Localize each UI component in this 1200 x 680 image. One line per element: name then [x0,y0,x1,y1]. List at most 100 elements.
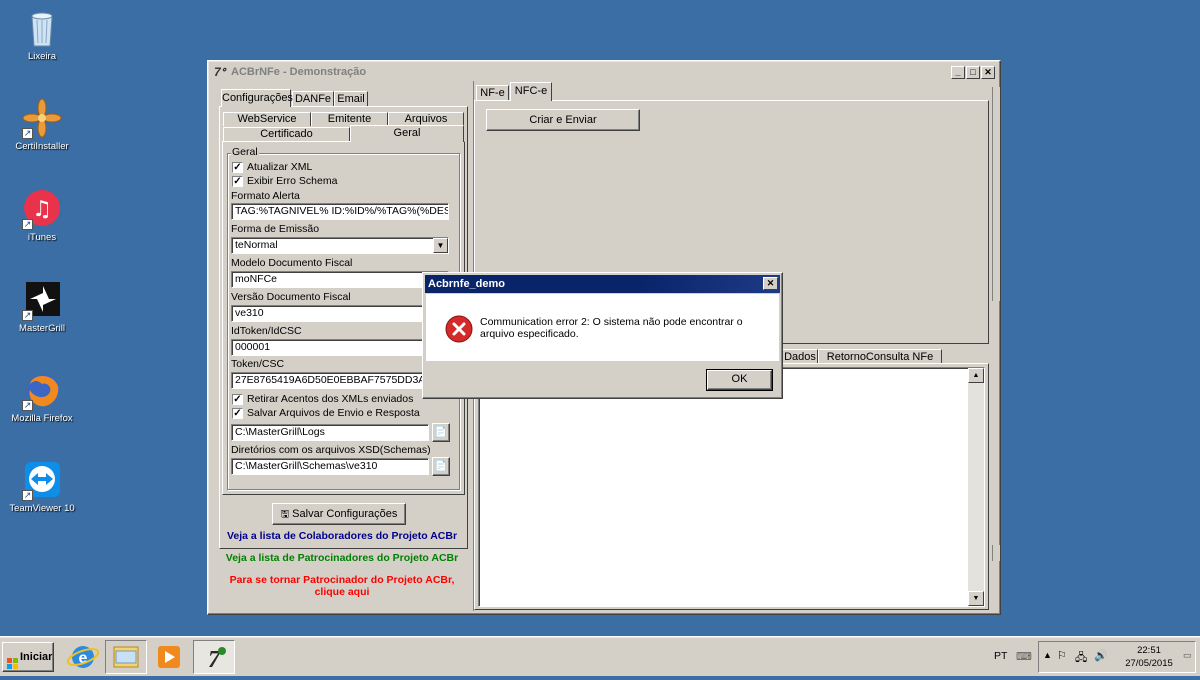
tab-arquivos[interactable]: Arquivos [388,112,464,126]
formato-alerta-label: Formato Alerta [231,190,300,202]
link-tornar-patrocinador[interactable]: Para se tornar Patrocinador do Projeto A… [228,574,456,598]
itunes-icon: ♫ ↗ [22,189,62,230]
teamviewer-icon: ↗ [22,460,62,501]
desktop-icon-mastergrill[interactable]: ↗ MasterGrill [0,280,84,334]
close-button[interactable]: ✕ [981,66,995,79]
shortcut-arrow-icon: ↗ [22,490,33,501]
results-panel: ▲ ▼ [474,363,989,610]
browse-xsd-button[interactable]: 📄 [432,457,450,476]
tab-label: Geral [393,127,421,139]
retirar-acentos-checkbox[interactable]: ✓ [232,394,243,405]
versao-documento-input[interactable]: ve310 [231,305,449,322]
dropdown-arrow-button[interactable]: ▼ [433,238,448,253]
error-dialog: Acbrnfe_demo ✕ Communication error 2: O … [422,272,783,399]
token-input[interactable]: 27E8765419A6D50E0EBBAF7575DD3A840 [231,372,449,389]
right-scrollbar[interactable] [992,87,1000,301]
certiinstaller-icon: ↗ [22,98,62,139]
salvar-configuracoes-button[interactable]: 🖫 Salvar Configurações [272,503,406,525]
mastergrill-icon: ↗ [22,280,62,321]
volume-icon[interactable]: 🔊 [1094,649,1108,662]
forma-emissao-label: Forma de Emissão [231,223,320,235]
salvar-arquivos-checkbox[interactable]: ✓ [232,408,243,419]
tab-geral[interactable]: Geral [350,125,464,142]
tab-email[interactable]: Email [334,91,368,106]
tab-emitente[interactable]: Emitente [311,112,388,126]
desktop-icon-certiinstaller[interactable]: ↗ CertiInstaller [0,98,84,152]
show-hidden-icons-button[interactable]: ▲ [1043,650,1052,660]
firefox-icon: ↗ [22,370,62,411]
scroll-down-button[interactable]: ▼ [968,591,984,606]
window-titlebar[interactable]: 7ᐤ ACBrNFe - Demonstração _ □ ✕ [211,64,997,81]
taskbar-explorer[interactable] [105,640,147,674]
browse-logs-button[interactable]: 📄 [432,423,450,442]
shortcut-arrow-icon: ↗ [22,400,33,411]
desktop-icon-teamviewer[interactable]: ↗ TeamViewer 10 [0,460,84,514]
forma-emissao-select[interactable]: teNormal ▼ [231,237,449,254]
maximize-button[interactable]: □ [966,66,980,79]
dialog-close-button[interactable]: ✕ [763,277,778,290]
taskbar-media-player[interactable] [148,640,190,674]
memo-scrollbar[interactable]: ▲ ▼ [968,368,984,606]
exibir-erro-schema-label: Exibir Erro Schema [247,175,338,187]
start-label: Iniciar [20,651,53,663]
xsd-label: Diretórios com os arquivos XSD(Schemas) [231,444,431,456]
flag-icon[interactable]: ⚐ [1057,649,1067,662]
clock[interactable]: 22:51 27/05/2015 [1119,644,1179,670]
shortcut-arrow-icon: ↗ [22,310,33,321]
right-scrollbar-lower[interactable] [992,545,1000,561]
dialog-body: Communication error 2: O sistema não pod… [426,294,779,361]
tab-nfe[interactable]: NF-e [476,85,509,101]
taskbar-acbrnfe[interactable]: 7 [193,640,235,674]
network-icon[interactable]: 🖧 [1075,649,1087,668]
exibir-erro-schema-checkbox[interactable]: ✓ [232,176,243,187]
system-tray: ▲ ⚐ 🖧 🔊 22:51 27/05/2015 ▭ [1038,641,1196,673]
language-indicator[interactable]: PT [994,650,1007,662]
idtoken-input[interactable]: 000001 [231,339,449,356]
atualizar-xml-checkbox[interactable]: ✓ [232,162,243,173]
desktop-icon-lixeira[interactable]: Lixeira [0,8,84,62]
link-patrocinadores[interactable]: Veja a lista de Patrocinadores do Projet… [212,552,472,564]
formato-alerta-input[interactable]: TAG:%TAGNIVEL% ID:%ID%/%TAG%(%DESCRICAO%… [231,203,449,220]
show-desktop-icon[interactable]: ▭ [1183,650,1192,661]
desktop-icon-itunes[interactable]: ♫ ↗ iTunes [0,189,84,243]
tab-danfe[interactable]: DANFe [292,91,334,106]
tab-configuracoes[interactable]: Configurações [221,89,293,107]
tab-certificado[interactable]: Certificado [223,127,350,141]
minimize-button[interactable]: _ [951,66,965,79]
tab-label: Certificado [260,128,313,140]
desktop-icon-label: Lixeira [28,51,56,62]
dialog-message: Communication error 2: O sistema não pod… [480,316,743,340]
tab-retorno-consulta[interactable]: RetornoConsulta NFe 2.01 [818,349,942,378]
ok-button[interactable]: OK [706,369,773,391]
media-player-icon [158,646,180,668]
modelo-documento-input[interactable]: moNFCe [231,271,449,288]
logs-path-input[interactable]: C:\MasterGrill\Logs [231,424,429,441]
desktop-icon-label: CertiInstaller [15,141,69,152]
tab-label: Dados [784,351,816,363]
tab-nfce[interactable]: NFC-e [510,82,552,101]
desktop-icon-label: Mozilla Firefox [11,413,73,424]
start-button[interactable]: Iniciar [2,642,54,672]
retirar-acentos-label: Retirar Acentos dos XMLs enviados [247,393,414,405]
keyboard-icon[interactable]: ⌨ [1016,650,1032,663]
desktop-icon-firefox[interactable]: ↗ Mozilla Firefox [0,370,84,424]
criar-enviar-button[interactable]: Criar e Enviar [486,109,640,131]
scroll-up-button[interactable]: ▲ [968,368,984,383]
token-label: Token/CSC [231,358,285,370]
results-memo[interactable]: ▲ ▼ [478,367,985,607]
tab-webservice[interactable]: WebService [223,112,311,126]
dialog-titlebar[interactable]: Acbrnfe_demo ✕ [425,275,780,293]
taskbar: Iniciar e 7 PT ⌨ ▲ ⚐ 🖧 🔊 22:51 27/05/201… [0,636,1200,676]
salvar-configuracoes-label: Salvar Configurações [292,508,398,520]
xsd-path-input[interactable]: C:\MasterGrill\Schemas\ve310 [231,458,429,475]
folder-icon: 📄 [434,461,448,472]
salvar-arquivos-label: Salvar Arquivos de Envio e Resposta [247,407,420,419]
tab-label: Emitente [327,113,372,125]
versao-documento-label: Versão Documento Fiscal [231,291,351,303]
link-colaboradores[interactable]: Veja a lista de Colaboradores do Projeto… [212,530,472,542]
taskbar-ie[interactable]: e [62,640,104,674]
modelo-documento-label: Modelo Documento Fiscal [231,257,353,269]
tab-label: Configurações [222,92,293,104]
tab-dados[interactable]: Dados [782,349,818,364]
desktop-icon-label: TeamViewer 10 [9,503,75,514]
